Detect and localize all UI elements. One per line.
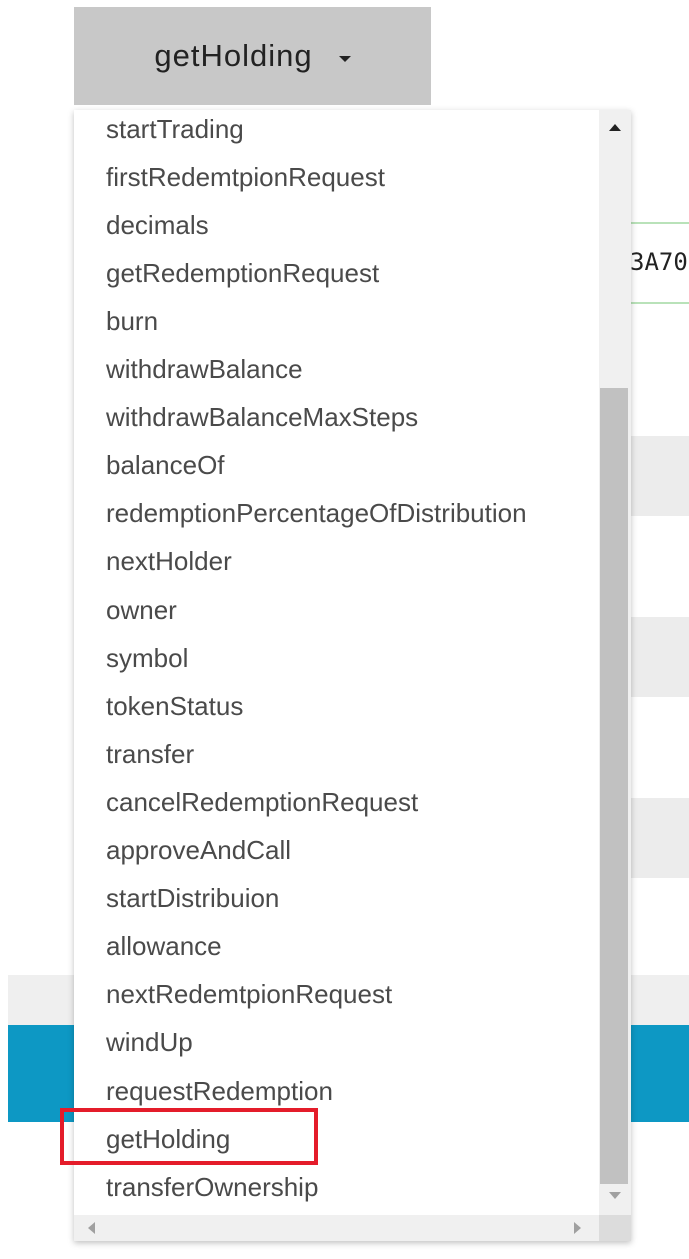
scroll-up-arrow-icon[interactable] [609, 124, 621, 131]
dropdown-option[interactable]: decimals [106, 201, 209, 249]
scrollbar-thumb[interactable] [600, 388, 628, 1184]
dropdown-option[interactable]: withdrawBalance [106, 345, 303, 393]
dropdown-option[interactable]: symbol [106, 634, 188, 682]
dropdown-option[interactable]: windUp [106, 1018, 193, 1066]
dropdown-option[interactable]: allowance [106, 922, 222, 970]
dropdown-option[interactable]: balanceOf [106, 441, 225, 489]
dropdown-option[interactable]: owner [106, 586, 177, 634]
scroll-right-arrow-icon[interactable] [574, 1222, 581, 1234]
dropdown-option[interactable]: tokenStatus [106, 682, 243, 730]
function-select-button[interactable]: getHolding [74, 7, 431, 105]
dropdown-option[interactable]: startDistribuion [106, 874, 279, 922]
dropdown-option[interactable]: redemptionPercentageOfDistribution [106, 489, 527, 537]
contract-address-fragment: 3A70 [630, 248, 688, 276]
dropdown-option[interactable]: burn [106, 297, 158, 345]
dropdown-option[interactable]: firstRedemtpionRequest [106, 153, 385, 201]
scroll-left-arrow-icon[interactable] [88, 1222, 95, 1234]
dropdown-option[interactable]: transfer [106, 730, 194, 778]
scrollbar-corner [599, 1215, 631, 1241]
dropdown-option[interactable]: startTrading [106, 110, 244, 153]
chevron-down-icon [338, 56, 351, 62]
dropdown-option[interactable]: withdrawBalanceMaxSteps [106, 393, 418, 441]
dropdown-option[interactable]: cancelRedemptionRequest [106, 778, 418, 826]
function-dropdown-list[interactable]: startTrading firstRedemtpionRequest decima… [74, 110, 631, 1241]
horizontal-scrollbar[interactable] [74, 1215, 599, 1241]
dropdown-option[interactable]: nextHolder [106, 537, 232, 585]
scroll-down-arrow-icon[interactable] [609, 1192, 621, 1199]
dropdown-option[interactable]: requestRedemption [106, 1067, 333, 1115]
dropdown-option[interactable]: getHolding [106, 1115, 230, 1163]
dropdown-option[interactable]: approveAndCall [106, 826, 291, 874]
dropdown-option[interactable]: transferOwnership [106, 1163, 318, 1211]
dropdown-option[interactable]: getRedemptionRequest [106, 249, 379, 297]
selected-function-label: getHolding [154, 38, 313, 73]
vertical-scrollbar[interactable] [599, 110, 631, 1215]
dropdown-option[interactable]: nextRedemtpionRequest [106, 970, 392, 1018]
